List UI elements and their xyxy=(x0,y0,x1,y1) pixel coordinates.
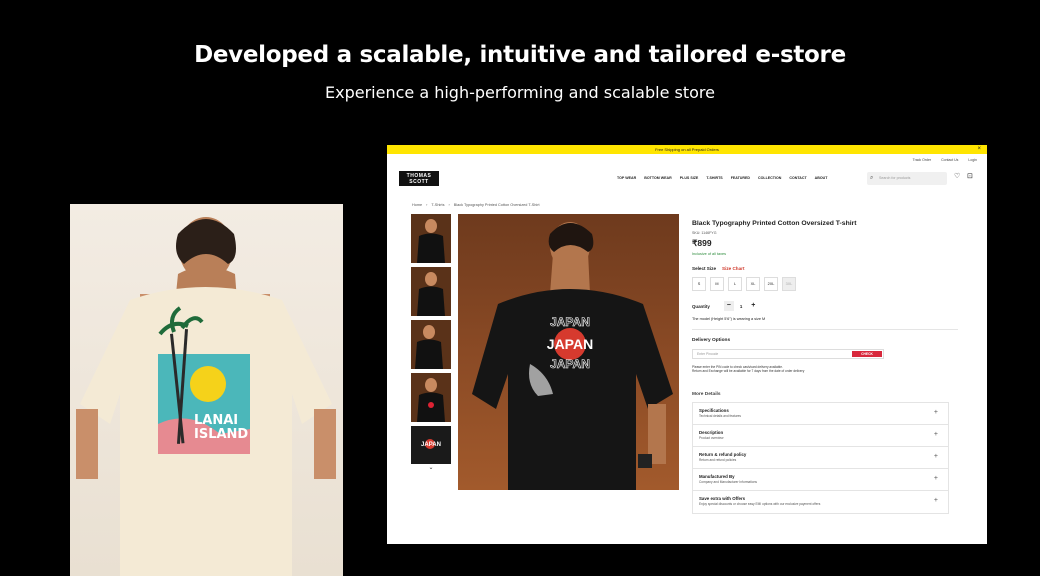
nav-contact[interactable]: CONTACT xyxy=(789,176,806,180)
size-option[interactable]: XL xyxy=(746,277,760,291)
quantity-row: Quantity − 1 + xyxy=(692,301,972,311)
quantity-value: 1 xyxy=(739,303,743,309)
promo-close-icon[interactable]: × xyxy=(977,145,981,154)
login-link[interactable]: Login xyxy=(968,158,977,162)
delivery-note: Please enter the PIN code to check cash/… xyxy=(692,365,805,374)
plus-icon: + xyxy=(933,452,938,460)
plus-icon: + xyxy=(933,474,938,482)
store-product-page: Free Shipping on all Prepaid Orders × Tr… xyxy=(387,145,987,544)
accordion-item[interactable]: Manufactured By Company and Manufacturer… xyxy=(693,469,948,491)
size-option[interactable]: S xyxy=(692,277,706,291)
nav-featured[interactable]: FEATURED xyxy=(731,176,750,180)
accordion-item[interactable]: Specifications Technical details and fea… xyxy=(693,403,948,425)
model-note: The model (Height 5'6") is wearing a siz… xyxy=(692,317,766,321)
thumbnail[interactable] xyxy=(411,214,451,263)
size-option[interactable]: 2XL xyxy=(764,277,778,291)
site-header: THOMAS SCOTT TOP WEAR BOTTOM WEAR PLUS S… xyxy=(387,167,987,189)
breadcrumb: Home › T-Shirts › Black Typography Print… xyxy=(412,203,540,207)
nav-t-shirts[interactable]: T-SHIRTS xyxy=(706,176,722,180)
search-input[interactable]: ⌕ Search for products xyxy=(867,172,947,185)
thumbnail[interactable] xyxy=(411,267,451,316)
main-product-image[interactable]: JAPAN JAPAN JAPAN xyxy=(458,214,679,490)
nav-collection[interactable]: COLLECTION xyxy=(758,176,781,180)
size-option[interactable]: M xyxy=(710,277,724,291)
product-info: Black Typography Printed Cotton Oversize… xyxy=(692,220,972,514)
nav-plus-size[interactable]: PLUS SIZE xyxy=(680,176,699,180)
cart-icon[interactable]: ⊡ xyxy=(967,172,973,180)
track-order-link[interactable]: Track Order xyxy=(913,158,932,162)
size-chart-link[interactable]: Size Chart xyxy=(722,266,744,271)
product-sku: SKU: 1146FYG xyxy=(692,231,717,235)
left-product-photo: LANAI ISLAND xyxy=(70,204,343,576)
chevron-down-icon[interactable]: ⌄ xyxy=(411,464,451,471)
svg-text:JAPAN: JAPAN xyxy=(550,357,590,371)
increase-button[interactable]: + xyxy=(748,301,758,311)
more-details-title: More Details xyxy=(692,391,721,397)
top-links: Track Order Contact Us Login xyxy=(913,158,977,162)
hero-subtitle: Experience a high-performing and scalabl… xyxy=(325,83,715,102)
size-options: S M L XL 2XL 3XL xyxy=(692,277,972,291)
hero-title: Developed a scalable, intuitive and tail… xyxy=(194,42,846,68)
thumbnail-list: JAPAN ⌄ xyxy=(411,214,451,471)
quantity-stepper: − 1 + xyxy=(723,301,758,311)
plus-icon: + xyxy=(933,430,938,438)
delivery-title: Delivery Options xyxy=(692,338,731,343)
tax-note: Inclusive of all taxes xyxy=(692,252,726,256)
breadcrumb-tshirts[interactable]: T-Shirts xyxy=(431,203,444,207)
size-label: Select Size Size Chart xyxy=(692,266,745,271)
breadcrumb-current: Black Typography Printed Cotton Oversize… xyxy=(453,203,540,207)
search-icon: ⌕ xyxy=(870,175,874,181)
thumbnail-selected[interactable]: JAPAN xyxy=(411,426,451,464)
pincode-input[interactable]: Enter Pincode CHECK xyxy=(692,349,884,359)
nav-top-wear[interactable]: TOP WEAR xyxy=(617,176,636,180)
svg-text:JAPAN: JAPAN xyxy=(550,315,590,329)
decrease-button[interactable]: − xyxy=(723,301,734,311)
divider xyxy=(692,329,958,330)
accordion-item[interactable]: Return & refund policy Return and refund… xyxy=(693,447,948,469)
plus-icon: + xyxy=(933,496,938,504)
accordion-item[interactable]: Description Product overview + xyxy=(693,425,948,447)
size-option-disabled: 3XL xyxy=(782,277,796,291)
nav-about[interactable]: ABOUT xyxy=(815,176,828,180)
svg-text:JAPAN: JAPAN xyxy=(421,442,441,448)
quantity-label: Quantity xyxy=(692,303,710,309)
breadcrumb-home[interactable]: Home xyxy=(412,203,422,207)
product-title: Black Typography Printed Cotton Oversize… xyxy=(692,220,857,227)
main-nav: TOP WEAR BOTTOM WEAR PLUS SIZE T-SHIRTS … xyxy=(617,176,827,180)
plus-icon: + xyxy=(933,408,938,416)
check-button[interactable]: CHECK xyxy=(852,351,882,357)
svg-text:JAPAN: JAPAN xyxy=(547,336,593,352)
nav-bottom-wear[interactable]: BOTTOM WEAR xyxy=(644,176,671,180)
contact-us-link[interactable]: Contact Us xyxy=(941,158,958,162)
details-accordion: Specifications Technical details and fea… xyxy=(692,401,949,514)
accordion-item[interactable]: Save extra with Offers Enjoy special dis… xyxy=(693,491,948,513)
promo-bar: Free Shipping on all Prepaid Orders × xyxy=(387,145,987,154)
heart-icon[interactable]: ♡ xyxy=(954,172,960,180)
thumbnail[interactable] xyxy=(411,320,451,369)
brand-logo[interactable]: THOMAS SCOTT xyxy=(399,171,439,186)
thumbnail[interactable] xyxy=(411,373,451,422)
size-option[interactable]: L xyxy=(728,277,742,291)
model-back-illustration xyxy=(76,217,336,576)
tshirt-print-text: LANAI ISLAND xyxy=(194,413,249,442)
product-price: ₹899 xyxy=(692,238,712,248)
